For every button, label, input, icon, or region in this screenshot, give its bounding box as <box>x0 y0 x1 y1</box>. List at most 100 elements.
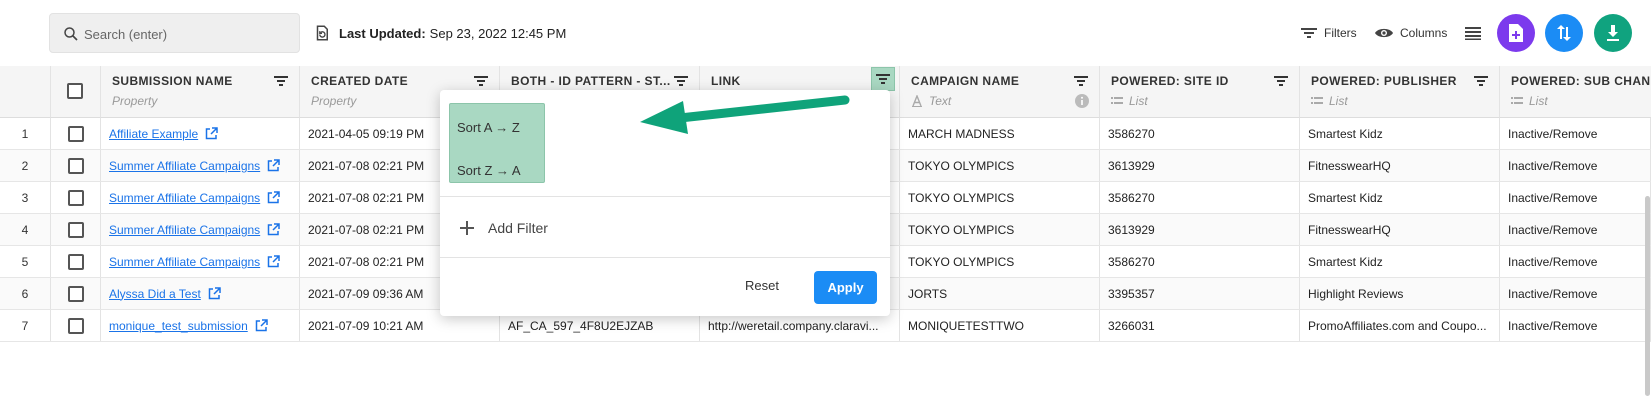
external-link-icon[interactable] <box>255 319 268 332</box>
external-link-icon[interactable] <box>267 223 280 236</box>
filters-label: Filters <box>1324 26 1357 40</box>
row-checkbox[interactable] <box>67 317 84 334</box>
header-campaign-name[interactable]: CAMPAIGN NAME Text <box>900 66 1100 118</box>
info-icon[interactable] <box>1075 94 1089 108</box>
divider <box>440 196 890 197</box>
filter-icon[interactable] <box>1473 74 1489 88</box>
header-row-number <box>0 66 51 118</box>
sub-channel-cell: Inactive/Remove <box>1500 182 1651 213</box>
row-select-cell <box>51 310 101 341</box>
list-type-icon <box>1111 97 1123 104</box>
column-title: SUBMISSION NAME <box>112 74 233 88</box>
site-id-cell: 3586270 <box>1100 182 1300 213</box>
external-link-icon[interactable] <box>208 287 221 300</box>
search-box[interactable] <box>49 13 300 53</box>
filter-icon[interactable] <box>473 74 489 88</box>
column-filter-popup: Sort A → Z Sort Z → A Add Filter Reset A… <box>440 90 890 316</box>
publisher-cell: Smartest Kidz <box>1300 182 1500 213</box>
row-checkbox[interactable] <box>67 285 84 302</box>
row-number-cell: 6 <box>0 278 51 309</box>
last-updated-label: Last Updated: <box>339 25 426 41</box>
column-subtitle: Property <box>311 94 357 108</box>
campaign-name-cell: TOKYO OLYMPICS <box>900 182 1100 213</box>
row-checkbox[interactable] <box>67 253 84 270</box>
row-number-cell: 5 <box>0 246 51 277</box>
external-link-icon[interactable] <box>205 127 218 140</box>
download-icon <box>1607 25 1619 41</box>
submission-link[interactable]: monique_test_submission <box>109 319 268 333</box>
site-id-cell: 3266031 <box>1100 310 1300 341</box>
eye-icon <box>1375 28 1393 38</box>
text-type-icon <box>912 95 922 107</box>
refresh-document-icon[interactable] <box>313 24 331 42</box>
submission-link[interactable]: Summer Affiliate Campaigns <box>109 191 280 205</box>
site-id-cell: 3613929 <box>1100 150 1300 181</box>
external-link-icon[interactable] <box>267 191 280 204</box>
header-select-all <box>51 66 101 118</box>
campaign-name-cell: MARCH MADNESS <box>900 118 1100 149</box>
submission-link[interactable]: Affiliate Example <box>109 127 218 141</box>
toolbar: Last Updated: Sep 23, 2022 12:45 PM Filt… <box>0 0 1651 65</box>
submission-link[interactable]: Alyssa Did a Test <box>109 287 221 301</box>
column-subtitle: Text <box>911 94 951 108</box>
external-link-icon[interactable] <box>267 255 280 268</box>
submission-link[interactable]: Summer Affiliate Campaigns <box>109 159 280 173</box>
sub-channel-cell: Inactive/Remove <box>1500 214 1651 245</box>
column-title: POWERED: SUB CHANN <box>1511 74 1651 88</box>
column-title: CREATED DATE <box>311 74 409 88</box>
header-sub-channel[interactable]: POWERED: SUB CHANN List <box>1500 66 1651 118</box>
row-checkbox[interactable] <box>67 125 84 142</box>
sort-arrows-icon <box>1557 25 1571 41</box>
campaign-name-cell: MONIQUETESTTWO <box>900 310 1100 341</box>
site-id-cell: 3586270 <box>1100 118 1300 149</box>
density-button[interactable] <box>1464 22 1488 44</box>
row-number-cell: 2 <box>0 150 51 181</box>
external-link-icon[interactable] <box>267 159 280 172</box>
active-filter-highlight[interactable] <box>871 67 895 91</box>
list-type-icon <box>1511 97 1523 104</box>
add-document-button[interactable] <box>1497 14 1535 52</box>
header-publisher[interactable]: POWERED: PUBLISHER List <box>1300 66 1500 118</box>
row-number-cell: 7 <box>0 310 51 341</box>
site-id-cell: 3586270 <box>1100 246 1300 277</box>
campaign-name-cell: JORTS <box>900 278 1100 309</box>
row-select-cell <box>51 150 101 181</box>
campaign-name-cell: TOKYO OLYMPICS <box>900 214 1100 245</box>
row-select-cell <box>51 278 101 309</box>
reset-button[interactable]: Reset <box>745 278 779 293</box>
header-site-id[interactable]: POWERED: SITE ID List <box>1100 66 1300 118</box>
column-subtitle: Property <box>112 94 158 108</box>
filters-button[interactable]: Filters <box>1300 22 1357 44</box>
column-title: CAMPAIGN NAME <box>911 74 1020 88</box>
submission-link[interactable]: Summer Affiliate Campaigns <box>109 255 280 269</box>
publisher-cell: Smartest Kidz <box>1300 118 1500 149</box>
add-filter-button[interactable]: Add Filter <box>460 220 548 236</box>
publisher-cell: Highlight Reviews <box>1300 278 1500 309</box>
row-checkbox[interactable] <box>67 221 84 238</box>
header-submission-name[interactable]: SUBMISSION NAME Property <box>101 66 300 118</box>
column-title: LINK <box>711 74 741 88</box>
sort-z-a-option[interactable]: Sort Z → A <box>457 163 521 178</box>
row-number-cell: 4 <box>0 214 51 245</box>
submission-name-cell: Summer Affiliate Campaigns <box>101 182 300 213</box>
filter-icon[interactable] <box>1073 74 1089 88</box>
submission-name-cell: Summer Affiliate Campaigns <box>101 246 300 277</box>
filter-icon[interactable] <box>673 74 689 88</box>
filter-icon[interactable] <box>273 74 289 88</box>
apply-button[interactable]: Apply <box>814 271 877 304</box>
row-checkbox[interactable] <box>67 189 84 206</box>
row-select-cell <box>51 118 101 149</box>
filter-icon[interactable] <box>1273 74 1289 88</box>
select-all-checkbox[interactable] <box>67 83 83 99</box>
row-checkbox[interactable] <box>67 157 84 174</box>
sort-a-z-option[interactable]: Sort A → Z <box>457 120 520 135</box>
download-button[interactable] <box>1594 14 1632 52</box>
submission-link[interactable]: Summer Affiliate Campaigns <box>109 223 280 237</box>
columns-button[interactable]: Columns <box>1374 22 1447 44</box>
vertical-scrollbar[interactable] <box>1645 196 1650 396</box>
campaign-name-cell: TOKYO OLYMPICS <box>900 246 1100 277</box>
columns-label: Columns <box>1400 26 1448 40</box>
add-document-icon <box>1509 24 1523 42</box>
search-input[interactable] <box>84 23 284 45</box>
sort-button[interactable] <box>1545 14 1583 52</box>
